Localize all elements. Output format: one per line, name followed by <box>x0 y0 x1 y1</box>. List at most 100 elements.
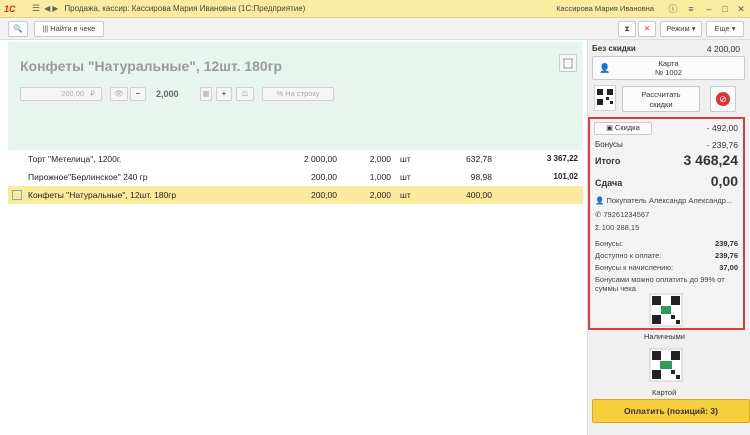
item-price: 2 000,00 <box>303 154 337 164</box>
increase-button[interactable]: + <box>216 87 232 101</box>
price-field[interactable]: 200,00 ₽ <box>20 87 102 101</box>
find-in-receipt-label: Найти в чеке <box>50 24 96 33</box>
discount-button[interactable]: ▣ Скидка <box>594 122 652 135</box>
no-discount-value: 4 200,00 <box>706 44 740 54</box>
decrease-button[interactable]: − <box>130 87 146 101</box>
item-unit: шт <box>400 154 411 164</box>
mode-button[interactable]: Режим ▾ <box>660 21 702 37</box>
scale-icon: ⚖ <box>241 89 249 98</box>
cash-label: Наличными <box>644 332 685 341</box>
cancel-button[interactable]: ✕ <box>638 21 656 37</box>
more-button[interactable]: Еще ▾ <box>706 21 744 37</box>
view-button[interactable]: 👁 <box>110 87 128 101</box>
price-value: 200,00 <box>61 89 85 98</box>
forward-icon[interactable]: ▶ <box>52 4 58 13</box>
hamburger-icon[interactable]: ≡ <box>684 2 698 16</box>
discount-icon: ▣ <box>606 125 613 132</box>
qr-cash-icon <box>649 293 683 327</box>
barcode-icon: ||| <box>42 26 49 33</box>
close-icon[interactable]: ✕ <box>734 2 748 16</box>
balance-value: 100 288,15 <box>601 223 640 232</box>
chevron-down-icon: ▾ <box>691 24 696 33</box>
item-name: Торт "Метелица", 1200г. <box>28 154 122 164</box>
table-row[interactable]: Пирожное"Берлинское" 240 гр 200,00 1,000 шт… <box>8 168 583 186</box>
calculator-icon: ▦ <box>202 89 210 98</box>
accrual-value: 37,00 <box>719 263 738 272</box>
table-row[interactable]: Конфеты "Натуральные", 12шт. 180гр 200,00… <box>8 186 583 204</box>
product-header: Конфеты "Натуральные", 12шт. 180гр 200,0… <box>8 42 583 150</box>
info-icon[interactable]: ⓘ <box>666 2 680 16</box>
search-icon: 🔍 <box>13 24 23 33</box>
pay-button[interactable]: Оплатить (позиций: 3) <box>592 399 750 423</box>
calc-discounts-label: Рассчитать скидки <box>641 90 681 109</box>
card-qr-button[interactable] <box>648 347 684 383</box>
right-panel: Без скидки 4 200,00 👤 Карта № 1002 Рассч… <box>587 40 750 435</box>
item-sum: 400,00 <box>466 190 492 200</box>
current-user: Кассирова Мария Ивановна <box>556 4 654 13</box>
selected-row-icon <box>12 190 22 200</box>
percent-icon: % <box>276 89 284 98</box>
trash-icon <box>563 58 573 69</box>
eye-icon: 👁 <box>114 89 124 98</box>
to-row-button[interactable]: % На строку <box>262 87 334 101</box>
receipt-table: Торт "Метелица", 1200г. 2 000,00 2,000 шт 63… <box>8 150 583 204</box>
window-title: Продажа, кассир: Кассирова Мария Ивановн… <box>64 4 306 13</box>
to-row-label: На строку <box>285 89 320 98</box>
minus-icon: − <box>135 89 141 98</box>
bonuses-label: Бонусы: <box>595 239 624 248</box>
minimize-icon[interactable]: – <box>702 2 716 16</box>
user-check-icon: 👤 <box>599 63 611 73</box>
quantity-value: 2,000 <box>156 89 179 99</box>
available-row: Доступно к оплате: 239,76 <box>595 251 738 260</box>
item-quantity: 2,000 <box>369 190 391 200</box>
card-number: № 1002 <box>655 68 682 77</box>
buyer-row[interactable]: 👤 Покупатель Александр Александр... <box>595 196 738 205</box>
no-discount-label: Без скидки <box>592 44 636 53</box>
currency-symbol: ₽ <box>90 89 95 98</box>
find-in-receipt-button[interactable]: ||| Найти в чеке <box>34 21 104 37</box>
back-icon[interactable]: ◀ <box>44 4 50 13</box>
cash-qr-button[interactable] <box>648 292 684 328</box>
item-quantity: 2,000 <box>369 154 391 164</box>
card-button[interactable]: 👤 Карта № 1002 <box>592 56 745 80</box>
toolbar: 🔍 ||| Найти в чеке ⧗ ✕ Режим ▾ Еще ▾ <box>0 18 750 40</box>
qr-card-icon <box>649 348 683 382</box>
delete-button[interactable] <box>559 54 577 72</box>
item-price: 200,00 <box>311 190 337 200</box>
total-label: Итого <box>595 156 621 166</box>
available-label: Доступно к оплате: <box>595 251 662 260</box>
item-quantity: 1,000 <box>369 172 391 182</box>
item-price: 200,00 <box>311 172 337 182</box>
product-title: Конфеты "Натуральные", 12шт. 180гр <box>20 58 283 74</box>
search-button[interactable]: 🔍 <box>8 21 28 37</box>
qr-code-icon[interactable] <box>594 85 616 111</box>
menu-icon[interactable]: ☰ <box>32 3 40 14</box>
left-panel: Конфеты "Натуральные", 12шт. 180гр 200,0… <box>0 40 586 435</box>
qr-icon <box>596 88 614 106</box>
accrual-row: Бонусы к начислению: 37,00 <box>595 263 738 272</box>
weight-button[interactable]: ⚖ <box>236 87 254 101</box>
bonuses-row: Бонусы: 239,76 <box>595 239 738 248</box>
item-sum: 98,98 <box>470 172 492 182</box>
sum-icon: Σ <box>595 223 600 232</box>
phone-row: ✆ 79261234567 <box>595 210 738 219</box>
card-label: Карта <box>658 59 679 68</box>
cancel-discounts-button[interactable]: ⊘ <box>710 86 736 112</box>
hourglass-button[interactable]: ⧗ <box>618 21 636 37</box>
calculator-button[interactable]: ▦ <box>200 87 212 101</box>
table-row[interactable]: Торт "Метелица", 1200г. 2 000,00 2,000 шт 63… <box>8 150 583 168</box>
total-value: 3 468,24 <box>683 152 739 168</box>
buyer-name: Покупатель Александр Александр... <box>606 196 733 205</box>
chevron-down-icon: ▾ <box>731 24 736 33</box>
item-total: 101,02 <box>553 172 578 181</box>
item-unit: шт <box>400 190 411 200</box>
more-label: Еще <box>714 24 730 33</box>
plus-icon: + <box>221 89 227 98</box>
phone-icon: ✆ <box>595 210 602 219</box>
phone-number: 79261234567 <box>603 210 650 219</box>
maximize-icon[interactable]: □ <box>718 2 732 16</box>
calc-discounts-button[interactable]: Рассчитать скидки <box>622 86 700 112</box>
no-discount-icon: ⊘ <box>716 92 730 106</box>
discount-value: - 492,00 <box>706 123 738 133</box>
hourglass-icon: ⧗ <box>624 24 630 33</box>
